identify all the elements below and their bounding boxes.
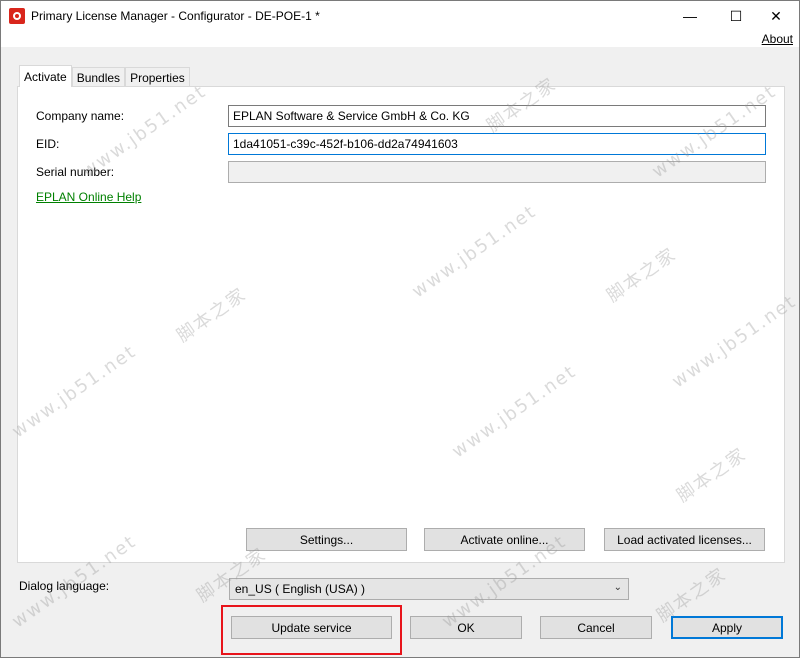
eplan-app-icon[interactable]: [9, 8, 25, 24]
apply-button[interactable]: Apply: [671, 616, 783, 639]
menu-bar: About: [1, 31, 799, 47]
activate-panel: [17, 86, 785, 563]
about-menu-item[interactable]: About: [762, 32, 793, 46]
settings-button[interactable]: Settings...: [246, 528, 407, 551]
eid-field[interactable]: 1da41051-c39c-452f-b106-dd2a74941603: [228, 133, 766, 155]
configurator-window: Primary License Manager - Configurator -…: [0, 0, 800, 658]
title-bar: Primary License Manager - Configurator -…: [1, 1, 799, 31]
dialog-language-value: en_US ( English (USA) ): [235, 582, 366, 596]
tab-bundles[interactable]: Bundles: [71, 67, 126, 87]
chevron-down-icon: ⌄: [613, 582, 622, 593]
window-title: Primary License Manager - Configurator -…: [31, 9, 320, 23]
eid-label: EID:: [36, 137, 60, 151]
update-service-highlight: [221, 605, 402, 655]
tab-activate[interactable]: Activate: [19, 65, 72, 87]
serial-number-field: [228, 161, 766, 183]
dialog-language-label: Dialog language:: [19, 579, 110, 593]
cancel-button[interactable]: Cancel: [540, 616, 652, 639]
company-name-label: Company name:: [36, 109, 125, 123]
load-activated-licenses-button[interactable]: Load activated licenses...: [604, 528, 765, 551]
online-help-link[interactable]: EPLAN Online Help: [36, 190, 141, 204]
activate-online-button[interactable]: Activate online...: [424, 528, 585, 551]
tab-strip: Activate Bundles Properties: [19, 65, 190, 87]
dialog-language-select[interactable]: en_US ( English (USA) ) ⌄: [229, 578, 629, 600]
company-name-field[interactable]: EPLAN Software & Service GmbH & Co. KG: [228, 105, 766, 127]
ok-button[interactable]: OK: [410, 616, 522, 639]
tab-properties[interactable]: Properties: [125, 67, 190, 87]
minimize-button[interactable]: —: [667, 1, 713, 31]
close-button[interactable]: ✕: [753, 1, 799, 31]
serial-number-label: Serial number:: [36, 165, 115, 179]
